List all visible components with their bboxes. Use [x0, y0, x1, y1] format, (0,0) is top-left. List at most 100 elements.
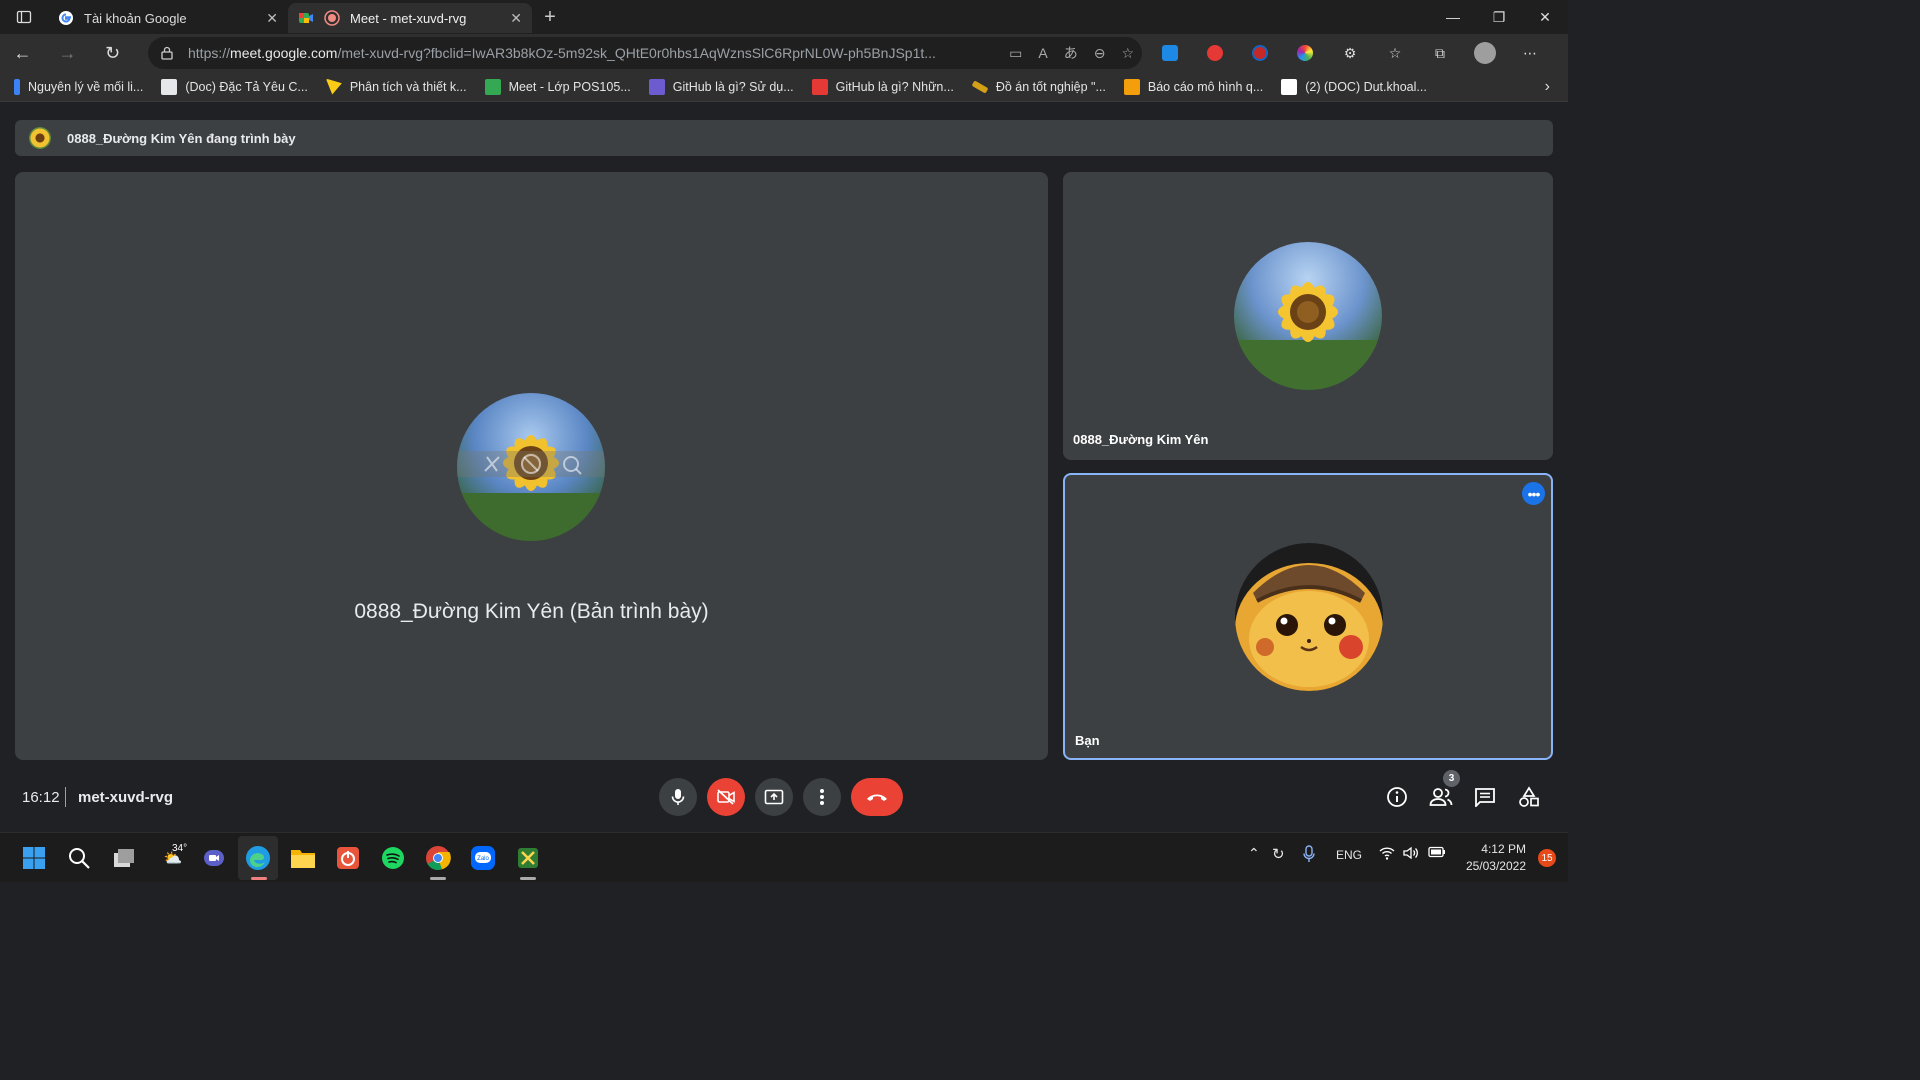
- more-options-button[interactable]: •••: [1522, 482, 1545, 505]
- more-vert-icon: [820, 789, 824, 805]
- read-aloud-icon[interactable]: A: [1038, 45, 1047, 61]
- main-presentation-tile[interactable]: 0888_Đường Kim Yên (Bản trình bày): [15, 172, 1048, 760]
- zalo-icon[interactable]: Zalo: [470, 845, 496, 871]
- drop-extension-icon[interactable]: [1158, 41, 1182, 65]
- bookmark-favicon-icon: [971, 79, 989, 94]
- camera-button[interactable]: [707, 778, 745, 816]
- close-icon[interactable]: ✕: [510, 10, 522, 27]
- bookmark-favicon-icon: [325, 78, 342, 95]
- bookmark-item[interactable]: (2) (DOC) Dut.khoal...: [1281, 78, 1427, 95]
- chat-icon: [1475, 788, 1495, 807]
- favorites-icon[interactable]: ☆: [1383, 41, 1407, 65]
- volume-icon[interactable]: [1403, 846, 1419, 863]
- running-indicator: [251, 877, 267, 880]
- restore-icon[interactable]: ❐: [1476, 0, 1522, 34]
- bookmark-item[interactable]: (Doc) Đặc Tả Yêu C...: [161, 78, 308, 95]
- translate-icon[interactable]: あ: [1064, 43, 1078, 63]
- google-icon: [59, 11, 73, 25]
- tab-google-account[interactable]: Tài khoản Google ✕: [48, 3, 288, 33]
- minimize-icon[interactable]: —: [1430, 0, 1476, 34]
- bookmark-favicon-icon: [14, 78, 20, 95]
- bookmark-item[interactable]: GitHub là gì? Sử dụ...: [648, 78, 794, 95]
- more-options-button[interactable]: [803, 778, 841, 816]
- search-icon[interactable]: [66, 845, 92, 871]
- bookmark-item[interactable]: Phân tích và thiết k...: [325, 78, 467, 95]
- people-button[interactable]: [1427, 783, 1455, 811]
- edge-icon[interactable]: [245, 845, 271, 871]
- close-icon[interactable]: ✕: [266, 10, 278, 27]
- running-indicator: [520, 877, 536, 880]
- info-icon: [1387, 787, 1407, 807]
- bookmark-favicon-icon: [1281, 78, 1298, 95]
- present-screen-button[interactable]: [755, 778, 793, 816]
- weather-widget[interactable]: ⛅ 34°: [156, 843, 190, 871]
- activities-icon: [1519, 786, 1539, 807]
- tab-meet[interactable]: Meet - met-xuvd-rvg ✕: [288, 3, 532, 33]
- battery-icon[interactable]: [1428, 846, 1446, 861]
- bookmark-item[interactable]: Báo cáo mô hình q...: [1123, 78, 1263, 95]
- tab-actions-icon: [16, 10, 32, 24]
- meeting-details-button[interactable]: [1383, 783, 1411, 811]
- sync-icon[interactable]: ↻: [1272, 845, 1285, 863]
- power-app-icon[interactable]: [335, 845, 361, 871]
- participant-tile[interactable]: 0888_Đường Kim Yên: [1063, 172, 1553, 460]
- extensions-icon[interactable]: ⚙: [1338, 41, 1362, 65]
- chevron-up-icon[interactable]: ⌃: [1248, 845, 1260, 862]
- windows-taskbar: ⛅ 34° Zalo ⌃ ↻ ENG 4:12 PM 25/03/2022 15: [0, 832, 1568, 882]
- presenting-text: 0888_Đường Kim Yên đang trình bày: [67, 130, 296, 146]
- system-clock[interactable]: 4:12 PM 25/03/2022: [1466, 841, 1526, 875]
- bookmark-item[interactable]: Đồ án tốt nghiệp "...: [971, 79, 1106, 94]
- chevron-right-icon[interactable]: ›: [1545, 78, 1550, 96]
- microphone-button[interactable]: [659, 778, 697, 816]
- camera-off-icon: [717, 789, 735, 805]
- chat-button[interactable]: [1471, 783, 1499, 811]
- present-screen-icon: [764, 789, 784, 805]
- meet-icon: [299, 13, 313, 23]
- reload-button[interactable]: ↻: [90, 34, 135, 72]
- microphone-tray-icon[interactable]: [1303, 845, 1315, 866]
- tab-actions-button[interactable]: [0, 0, 48, 34]
- add-favorite-icon[interactable]: ☆: [1121, 45, 1134, 62]
- leave-call-button[interactable]: [851, 778, 903, 816]
- teams-chat-icon[interactable]: [201, 845, 227, 871]
- reload-icon: ↻: [104, 42, 121, 63]
- bookmark-favicon-icon: [161, 78, 178, 95]
- zoom-icon[interactable]: ⊖: [1094, 45, 1106, 62]
- close-window-icon[interactable]: ✕: [1522, 0, 1568, 34]
- self-tile[interactable]: ••• Bạn: [1063, 473, 1553, 760]
- collections-icon[interactable]: ⧉: [1428, 41, 1452, 65]
- color-picker-extension-icon[interactable]: [1293, 41, 1317, 65]
- microphone-icon: [671, 789, 685, 805]
- forward-button[interactable]: →: [45, 34, 90, 72]
- windows-start-icon[interactable]: [21, 845, 47, 871]
- people-count-badge: 3: [1443, 770, 1460, 787]
- camera-in-use-icon[interactable]: ▭: [1009, 45, 1022, 62]
- people-icon: [1429, 788, 1453, 806]
- file-explorer-icon[interactable]: [290, 845, 316, 871]
- bookmark-item[interactable]: GitHub là gì? Nhữn...: [811, 78, 954, 95]
- notification-badge[interactable]: 15: [1538, 849, 1556, 867]
- wifi-icon[interactable]: [1379, 846, 1395, 863]
- new-tab-button[interactable]: +: [532, 2, 568, 32]
- tab-title: Meet - met-xuvd-rvg: [350, 10, 467, 26]
- back-button[interactable]: ←: [0, 34, 45, 72]
- pikachu-avatar: [1235, 543, 1383, 691]
- url-text[interactable]: https://meet.google.com/met-xuvd-rvg?fbc…: [188, 45, 944, 61]
- language-indicator[interactable]: ENG: [1336, 848, 1362, 862]
- more-menu-icon[interactable]: ⋯: [1518, 41, 1542, 65]
- globe-extension-icon[interactable]: [1248, 41, 1272, 65]
- chrome-icon[interactable]: [425, 845, 451, 871]
- bookmark-item[interactable]: Meet - Lớp POS105...: [484, 78, 631, 95]
- stop-extension-icon[interactable]: [1203, 41, 1227, 65]
- address-bar-actions: ▭ A あ ⊖ ☆: [1009, 37, 1134, 69]
- window-controls: — ❐ ✕: [1430, 0, 1568, 34]
- spotify-icon[interactable]: [380, 845, 406, 871]
- snipping-tool-icon[interactable]: [515, 845, 541, 871]
- bookmark-item[interactable]: Nguyên lý về mối li...: [14, 78, 143, 95]
- profile-avatar[interactable]: [1473, 41, 1497, 65]
- weather-temperature: 34°: [172, 843, 188, 854]
- activities-button[interactable]: [1515, 783, 1543, 811]
- task-view-icon[interactable]: [111, 845, 137, 871]
- address-bar[interactable]: https://meet.google.com/met-xuvd-rvg?fbc…: [148, 37, 1142, 69]
- main-tile-name: 0888_Đường Kim Yên (Bản trình bày): [354, 600, 709, 623]
